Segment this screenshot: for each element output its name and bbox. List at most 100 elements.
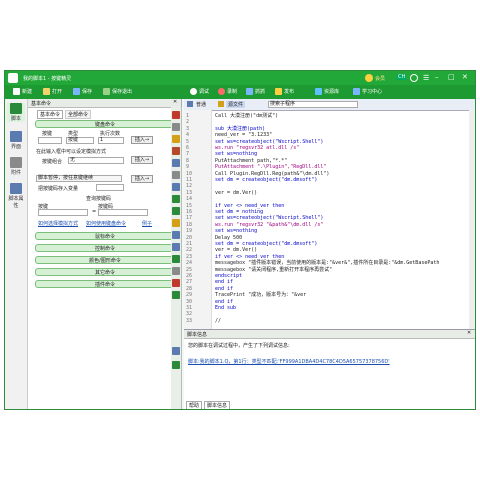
strip-item-script[interactable]: 脚本 xyxy=(7,103,25,122)
key-type-select[interactable]: 按键 xyxy=(66,137,94,144)
code-line[interactable]: ws.run "regsvr32 "&path&"\dm.dll /s" xyxy=(215,222,323,228)
resource-library-button[interactable]: 资源库 xyxy=(315,87,339,97)
replace-icon[interactable] xyxy=(172,183,180,191)
code-line[interactable]: ver = dm.Ver() xyxy=(215,190,257,196)
query-key-input[interactable] xyxy=(38,209,88,216)
panel-close-icon[interactable]: ✕ xyxy=(173,99,177,105)
code-line[interactable]: messagebox "插件版本错误，当前使用的版本是:"&ver&",插件所在… xyxy=(215,260,439,266)
code-line[interactable]: End sub xyxy=(215,305,236,311)
uncomment-icon[interactable] xyxy=(172,207,180,215)
code-editor[interactable]: 普通 源文件 搜索子程序 1 2 3 4 5 6 7 8 9 10 11 12 13 14 15 16 17 18… xyxy=(184,99,475,329)
minimize-icon[interactable]: – xyxy=(435,73,439,81)
open-button[interactable]: 打开 xyxy=(43,87,62,97)
info-toggle-icon[interactable] xyxy=(172,347,180,355)
group-mouse-commands[interactable]: 鼠标命令 xyxy=(35,232,175,240)
group-plugin-commands[interactable]: 插件命令 xyxy=(35,280,175,288)
code-line[interactable]: PutAttachment path,"*.*" xyxy=(215,158,287,164)
goto-icon[interactable] xyxy=(172,255,180,263)
code-line[interactable]: Delay 500 xyxy=(215,235,242,241)
code-line[interactable]: Call 大漠注册("dm测试") xyxy=(215,113,278,119)
find-icon[interactable] xyxy=(172,171,180,179)
code-line[interactable]: TracePrint "成功，版本号为："&ver xyxy=(215,292,306,298)
insert-combo-button[interactable]: 插入→ xyxy=(131,156,153,164)
code-line[interactable]: set ws=nothing xyxy=(215,228,257,234)
comment-icon[interactable] xyxy=(172,195,180,203)
code-line[interactable]: end if xyxy=(215,299,233,305)
link-keyboard-help[interactable]: 如何使用键盘命令 xyxy=(86,220,126,227)
save-exit-button[interactable]: 保存退出 xyxy=(103,87,132,97)
code-line[interactable]: set dm = nothing xyxy=(215,209,263,215)
user-icon[interactable] xyxy=(410,74,418,82)
subroutine-select[interactable]: 搜索子程序 xyxy=(268,101,358,108)
save-keycode-input[interactable] xyxy=(96,184,124,191)
code-area[interactable]: Call 大漠注册("dm测试") sub 大漠注册(path) need_ver … xyxy=(184,113,475,327)
code-line[interactable]: PutAttachment ".\Plugin","RegDll.dll" xyxy=(215,164,326,170)
tab-basic-commands[interactable]: 基本命令 xyxy=(37,110,64,119)
code-line[interactable]: set ws=nothing xyxy=(215,151,257,157)
tab-script-info[interactable]: 脚本信息 xyxy=(204,401,231,409)
close-icon[interactable]: ✕ xyxy=(462,73,468,81)
combo-select[interactable]: 无 xyxy=(68,157,124,164)
code-line[interactable]: Call Plugin.RegDll.Reg(path&"\dm.dll") xyxy=(215,171,329,177)
debug-button[interactable]: 调试 xyxy=(190,87,209,97)
code-line[interactable]: end if xyxy=(215,286,233,292)
key-count-input[interactable]: 1 xyxy=(98,137,124,144)
code-line[interactable]: set ws=createobject("Wscript.Shell") xyxy=(215,215,323,221)
cut-icon[interactable] xyxy=(172,111,180,119)
code-line[interactable]: sub 大漠注册(path) xyxy=(215,126,265,132)
group-control-commands[interactable]: 控制命令 xyxy=(35,244,175,252)
maximize-icon[interactable]: □ xyxy=(448,73,455,81)
undo-icon[interactable] xyxy=(172,147,180,155)
vip-label[interactable]: 会员 xyxy=(375,75,385,82)
bookmark-icon[interactable] xyxy=(172,219,180,227)
new-button[interactable]: 新建 xyxy=(13,87,32,97)
insert-key-button[interactable]: 插入→ xyxy=(131,136,153,144)
insert-wait-button[interactable]: 插入→ xyxy=(131,175,153,183)
outdent-icon[interactable] xyxy=(172,243,180,251)
code-line[interactable]: if ver <> need_ver then xyxy=(215,203,284,209)
paste-icon[interactable] xyxy=(172,135,180,143)
strip-item-ui[interactable]: 界面 xyxy=(7,131,25,150)
group-keyboard-commands[interactable]: 键盘命令 xyxy=(35,120,175,128)
group-color-image-commands[interactable]: 颜色/图形命令 xyxy=(35,256,175,264)
query-keycode-output[interactable] xyxy=(98,209,148,216)
link-example[interactable]: 例子 xyxy=(142,220,152,227)
code-line[interactable]: if ver <> need_ver then xyxy=(215,254,284,260)
publish-button[interactable]: 发布 xyxy=(275,87,294,97)
help-toggle-icon[interactable] xyxy=(172,361,180,369)
wait-key-select[interactable]: 脚本暂停，按任意键继续 xyxy=(36,175,122,182)
code-line[interactable]: set ws=createobject("Wscript.Shell") xyxy=(215,139,323,145)
info-close-icon[interactable]: ✕ xyxy=(467,330,471,336)
error-line[interactable]: 脚本:我的脚本1.Q，第1行：类型不匹配:'FF999A1DBA4D4C78C4… xyxy=(188,358,390,365)
save-button[interactable]: 保存 xyxy=(73,87,92,97)
code-line[interactable]: messagebox "请关闭程序,重新打开本程序再尝试" xyxy=(215,267,332,273)
code-line[interactable]: ver = dm.Ver() xyxy=(215,247,257,253)
key-input[interactable] xyxy=(38,137,62,144)
indent-icon[interactable] xyxy=(172,231,180,239)
tab-normal-view[interactable]: 普通 xyxy=(196,101,206,108)
tab-all-commands[interactable]: 全部命令 xyxy=(65,110,92,119)
strip-item-attachment[interactable]: 附件 xyxy=(7,157,25,176)
learning-center-button[interactable]: 学习中心 xyxy=(353,87,382,97)
code-line[interactable]: need_ver = "3.1233" xyxy=(215,132,272,138)
code-line[interactable]: end if xyxy=(215,279,233,285)
tab-help[interactable]: 帮助 xyxy=(186,401,203,409)
copy-icon[interactable] xyxy=(172,123,180,131)
menu-icon[interactable]: ☰ xyxy=(423,74,429,82)
editor-scrollbar[interactable] xyxy=(469,110,475,329)
format-icon[interactable] xyxy=(172,267,180,275)
link-simulation-mode[interactable]: 如何选择模拟方式 xyxy=(38,220,78,227)
tab-source-view[interactable]: 源文件 xyxy=(226,101,246,108)
code-line[interactable]: set dm = createobject("dm.dmsoft") xyxy=(215,177,317,183)
code-line[interactable]: set dm = createobject("dm.dmsoft") xyxy=(215,241,317,247)
code-line[interactable]: // xyxy=(215,318,221,324)
code-line[interactable]: ws.run "regsvr32 atl.dll /s" xyxy=(215,145,299,151)
code-line[interactable]: endscript xyxy=(215,273,242,279)
record-button[interactable]: 录制 xyxy=(218,87,237,97)
group-other-commands[interactable]: 其它命令 xyxy=(35,268,175,276)
tool-icon[interactable] xyxy=(172,291,180,299)
language-badge[interactable]: CH xyxy=(397,74,407,80)
breakpoint-icon[interactable] xyxy=(172,279,180,287)
capture-button[interactable]: 抓抓 xyxy=(246,87,265,97)
redo-icon[interactable] xyxy=(172,159,180,167)
